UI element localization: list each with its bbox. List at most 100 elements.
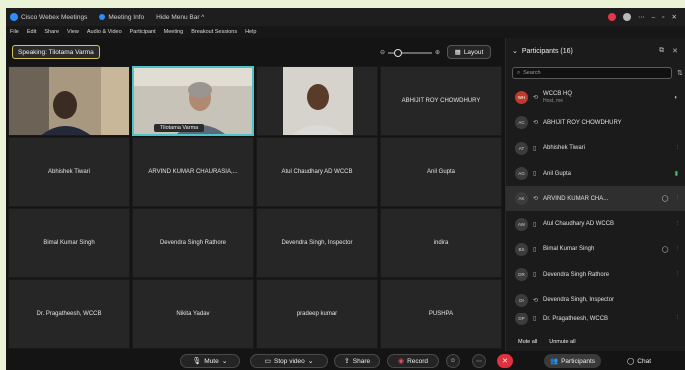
mic-muted-icon[interactable]: ⫶ bbox=[676, 221, 678, 228]
maximize-button[interactable]: ▫ bbox=[662, 14, 664, 21]
app-title: Cisco Webex Meetings bbox=[21, 13, 88, 21]
tile-name: Devendra Singh Rathore bbox=[159, 240, 227, 246]
device-icon: ▯ bbox=[533, 316, 537, 323]
close-button[interactable]: ✕ bbox=[672, 13, 677, 21]
participants-panel: ⌄ Participants (16) ⧉ ✕ ⌕ Search ⇅ WH ⟲ … bbox=[505, 38, 685, 351]
minimize-button[interactable]: – bbox=[652, 14, 656, 21]
list-item[interactable]: DP ▯ Dr. Pragatheesh, WCCB ⫶ bbox=[506, 312, 685, 325]
participant-name: ARVIND KUMAR CHA... bbox=[543, 195, 609, 202]
mic-unmuted-icon[interactable]: ▮ bbox=[675, 170, 678, 177]
more-icon[interactable]: ⋯ bbox=[638, 13, 645, 21]
video-tile-16[interactable]: PUSHPA bbox=[380, 279, 502, 349]
participants-button[interactable]: 👥 Participants bbox=[544, 354, 602, 368]
video-tile-14[interactable]: Nikita Yadav bbox=[132, 279, 254, 349]
close-panel-icon[interactable]: ✕ bbox=[672, 47, 678, 55]
menu-help[interactable]: Help bbox=[245, 29, 256, 35]
meeting-info-button[interactable]: Meeting Info bbox=[99, 14, 144, 21]
unmute-all-button[interactable]: Unmute all bbox=[549, 339, 575, 345]
menu-audio-video[interactable]: Audio & Video bbox=[87, 29, 122, 35]
video-tile-13[interactable]: Dr. Pragatheesh, WCCB bbox=[8, 279, 130, 349]
end-meeting-button[interactable]: ✕ bbox=[497, 354, 513, 368]
mic-muted-icon[interactable]: ⫶ bbox=[676, 145, 678, 152]
list-item[interactable]: WH ⟲ WCCB HQ Host, me ◐ bbox=[506, 85, 685, 110]
chat-icon: ◯ bbox=[627, 358, 635, 365]
tile-name: Abhishek Tiwari bbox=[47, 169, 91, 175]
menu-share[interactable]: Share bbox=[44, 29, 59, 35]
video-tile-9[interactable]: Bimal Kumar Singh bbox=[8, 208, 130, 278]
device-icon: ▯ bbox=[533, 272, 537, 279]
mute-all-button[interactable]: Mute all bbox=[518, 339, 537, 345]
zoom-track[interactable] bbox=[388, 48, 432, 57]
participant-role: Host, me bbox=[543, 98, 564, 105]
video-tile-12[interactable]: indira bbox=[380, 208, 502, 278]
video-tile-5[interactable]: Abhishek Tiwari bbox=[8, 137, 130, 207]
panel-title: Participants (16) bbox=[521, 47, 573, 55]
participants-icon: 👥 bbox=[550, 358, 559, 365]
list-item[interactable]: AC ⟲ ABHIJIT ROY CHOWDHURY bbox=[506, 110, 685, 135]
share-button[interactable]: ⇪ Share bbox=[334, 354, 380, 368]
participant-name: Anil Gupta bbox=[543, 170, 572, 177]
tile-name: indira bbox=[433, 240, 449, 246]
video-tile-15[interactable]: pradeep kumar bbox=[256, 279, 378, 349]
menu-file[interactable]: File bbox=[10, 29, 19, 35]
participant-video bbox=[9, 67, 129, 135]
info-icon bbox=[99, 14, 106, 20]
mic-muted-icon[interactable]: ⫶ bbox=[676, 246, 678, 253]
list-item[interactable]: DI ⟲ Devendra Singh, Inspector bbox=[506, 287, 685, 312]
list-item[interactable]: AW ▯ Atul Chaudhary AD WCCB ⫶ bbox=[506, 211, 685, 236]
chat-button[interactable]: ◯ Chat bbox=[621, 354, 657, 368]
device-icon: ▯ bbox=[533, 145, 537, 152]
list-item[interactable]: AT ▯ Abhishek Tiwari ⫶ bbox=[506, 136, 685, 161]
menu-edit[interactable]: Edit bbox=[27, 29, 36, 35]
menu-participant[interactable]: Participant bbox=[130, 29, 156, 35]
video-tile-2[interactable]: Tilotama Varma bbox=[132, 66, 254, 136]
device-icon: ⟲ bbox=[533, 120, 539, 127]
zoom-out-icon[interactable]: ⊖ bbox=[380, 49, 385, 56]
panel-header: ⌄ Participants (16) ⧉ ✕ bbox=[506, 44, 685, 58]
tile-name: pradeep kumar bbox=[296, 311, 338, 317]
video-tile-4[interactable]: ABHIJIT ROY CHOWDHURY bbox=[380, 66, 502, 136]
chevron-down-icon[interactable]: ⌄ bbox=[222, 357, 228, 365]
chevron-down-icon[interactable]: ⌄ bbox=[308, 357, 314, 365]
menu-breakout-sessions[interactable]: Breakout Sessions bbox=[191, 29, 237, 35]
zoom-in-icon[interactable]: ⊕ bbox=[435, 49, 440, 56]
mic-muted-icon[interactable]: ⫶ bbox=[676, 271, 678, 278]
layout-button[interactable]: ▦ Layout bbox=[447, 45, 491, 59]
mic-muted-icon[interactable]: ⫶ bbox=[676, 315, 678, 322]
more-options-button[interactable]: ⋯ bbox=[472, 354, 486, 368]
list-item[interactable]: DR ▯ Devendra Singh Rathore ⫶ bbox=[506, 262, 685, 287]
menu-view[interactable]: View bbox=[67, 29, 79, 35]
stop-video-button[interactable]: ▭ Stop video ⌄ bbox=[250, 354, 328, 368]
list-item[interactable]: AK ⟲ ARVIND KUMAR CHA... ◯ ⫶ bbox=[506, 186, 685, 212]
mute-button[interactable]: 🎙 Mute ⌄ bbox=[180, 354, 240, 368]
video-tile-10[interactable]: Devendra Singh Rathore bbox=[132, 208, 254, 278]
zoom-knob[interactable] bbox=[394, 48, 403, 57]
avatar: DI bbox=[515, 293, 528, 307]
video-tile-11[interactable]: Devendra Singh, Inspector bbox=[256, 208, 378, 278]
avatar: AK bbox=[515, 192, 528, 206]
chat-icon[interactable]: ◯ bbox=[662, 246, 669, 253]
record-button[interactable]: ◉ Record bbox=[387, 354, 439, 368]
camera-icon: ▭ bbox=[264, 358, 272, 365]
share-label: Share bbox=[352, 357, 371, 365]
collapse-chevron-icon[interactable]: ⌄ bbox=[512, 47, 518, 55]
list-item[interactable]: BS ▯ Bimal Kumar Singh ◯ ⫶ bbox=[506, 237, 685, 262]
video-tile-6[interactable]: ARVIND KUMAR CHAURASIA,... bbox=[132, 137, 254, 207]
video-tile-7[interactable]: Atul Chaudhary AD WCCB bbox=[256, 137, 378, 207]
list-item[interactable]: AG ▯ Anil Gupta ▮ bbox=[506, 161, 685, 186]
layout-icon: ▦ bbox=[454, 49, 461, 56]
chat-icon[interactable]: ◯ bbox=[662, 195, 669, 202]
avatar: AC bbox=[515, 116, 528, 130]
sort-icon[interactable]: ⇅ bbox=[677, 69, 683, 77]
video-tile-1[interactable] bbox=[8, 66, 130, 136]
mic-muted-icon[interactable]: ⫶ bbox=[676, 195, 678, 202]
participant-search-input[interactable]: ⌕ Search bbox=[512, 67, 672, 79]
avatar: BS bbox=[515, 242, 528, 256]
video-zoom-slider[interactable]: ⊖ ⊕ bbox=[380, 46, 440, 59]
menu-meeting[interactable]: Meeting bbox=[164, 29, 184, 35]
video-tile-3[interactable] bbox=[256, 66, 378, 136]
popout-icon[interactable]: ⧉ bbox=[659, 47, 664, 55]
reactions-button[interactable]: ☺ bbox=[446, 354, 460, 368]
video-tile-8[interactable]: Anil Gupta bbox=[380, 137, 502, 207]
hide-menu-bar-button[interactable]: Hide Menu Bar ^ bbox=[156, 14, 204, 21]
